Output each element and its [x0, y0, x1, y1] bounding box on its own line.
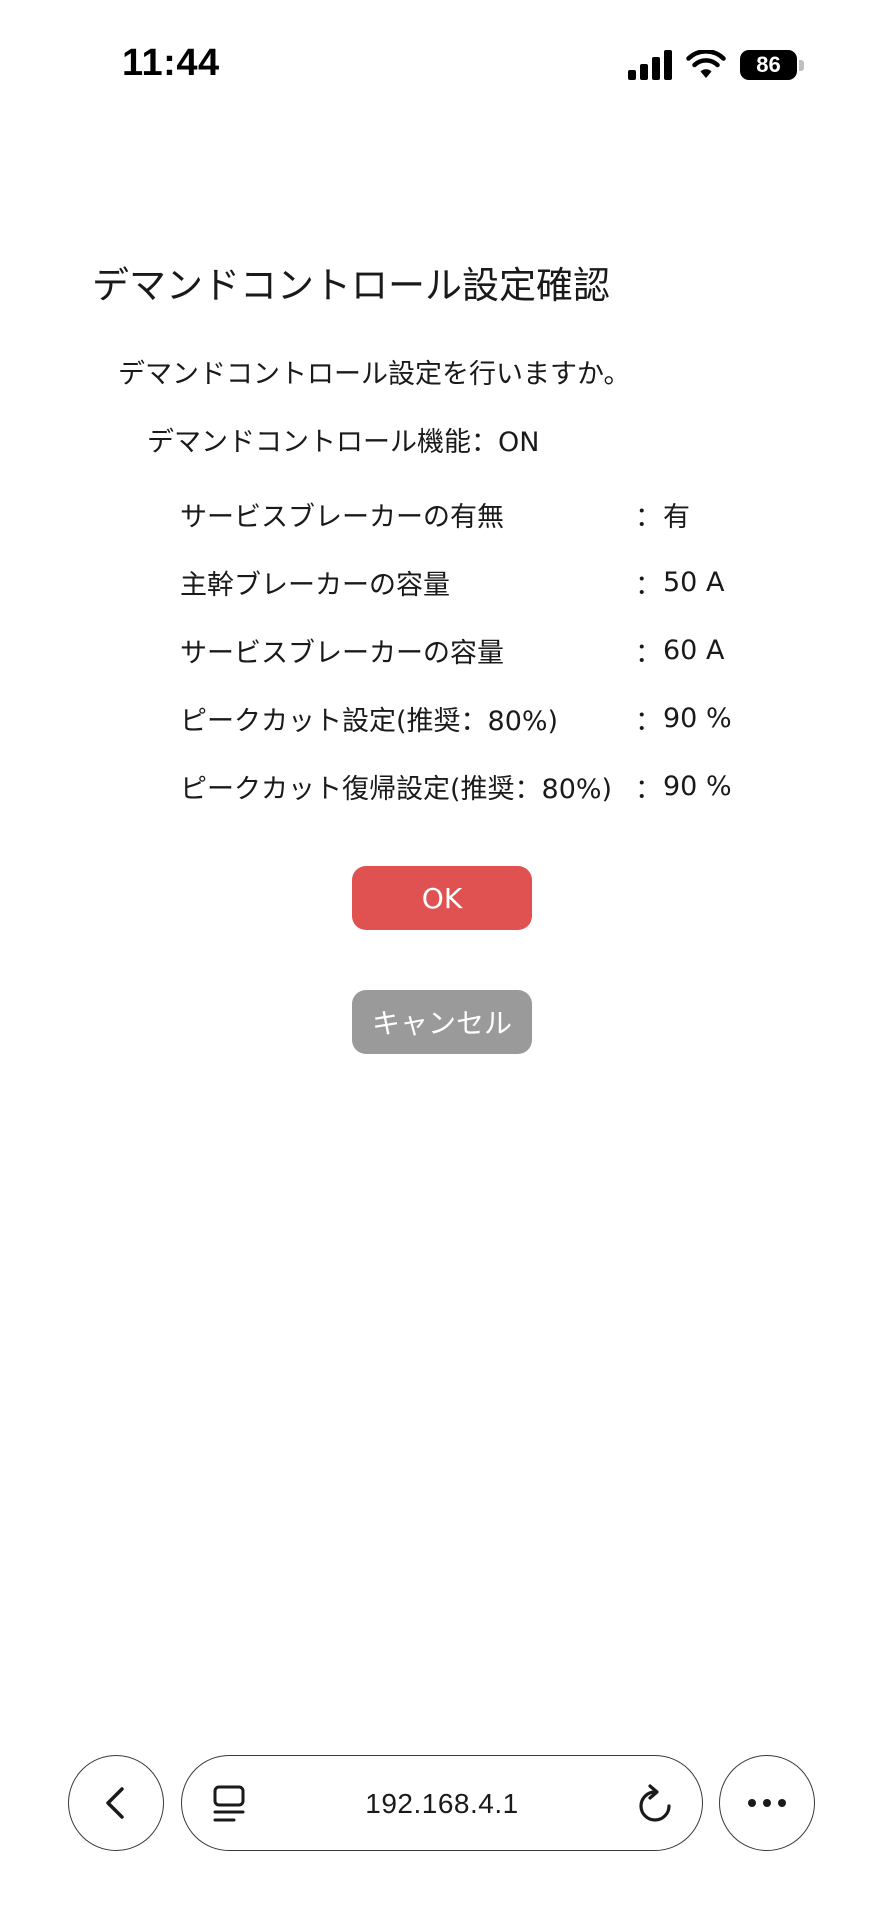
demand-control-function-status: デマンドコントロール機能：ON — [147, 427, 540, 458]
setting-value: 有 — [663, 501, 690, 533]
setting-label: 主幹ブレーカーの容量 — [180, 569, 450, 601]
settings-list: サービスブレーカーの有無 ： 有 主幹ブレーカーの容量 ： 50 A サービスブ… — [180, 480, 780, 820]
browser-toolbar: 192.168.4.1 — [0, 1740, 884, 1920]
wifi-icon — [686, 50, 726, 78]
battery-cap — [799, 59, 804, 71]
status-bar: 11:44 86 — [0, 0, 884, 130]
url-text[interactable]: 192.168.4.1 — [182, 1756, 702, 1852]
signal-icon — [628, 50, 672, 80]
setting-label: ピークカット復帰設定(推奨：80%) — [180, 773, 613, 805]
setting-value: 50 A — [663, 566, 725, 598]
status-time: 11:44 — [122, 42, 220, 84]
setting-value: 90 % — [663, 702, 732, 734]
dialog-question: デマンドコントロール設定を行いますか。 — [118, 359, 631, 390]
setting-separator: ： — [635, 501, 662, 533]
setting-value: 60 A — [663, 634, 725, 666]
chevron-left-icon — [106, 1787, 124, 1819]
setting-separator: ： — [635, 569, 662, 601]
setting-separator: ： — [635, 773, 662, 805]
setting-separator: ： — [635, 705, 662, 737]
back-button[interactable] — [68, 1755, 164, 1851]
setting-value: 90 % — [663, 770, 732, 802]
setting-row-peak-cut: ピークカット設定(推奨：80%) ： 90 % — [180, 684, 780, 752]
ok-button[interactable]: OK — [352, 866, 532, 930]
setting-row-peak-cut-recovery: ピークカット復帰設定(推奨：80%) ： 90 % — [180, 752, 780, 820]
more-button[interactable] — [719, 1755, 815, 1851]
battery-level: 86 — [740, 50, 798, 80]
more-horizontal-icon — [748, 1799, 786, 1807]
dialog-title: デマンドコントロール設定確認 — [92, 264, 610, 307]
setting-separator: ： — [635, 637, 662, 669]
setting-row-service-breaker-capacity: サービスブレーカーの容量 ： 60 A — [180, 616, 780, 684]
status-icons: 86 — [628, 46, 804, 84]
setting-row-service-breaker-presence: サービスブレーカーの有無 ： 有 — [180, 480, 780, 548]
setting-label: サービスブレーカーの容量 — [180, 637, 504, 669]
setting-label: ピークカット設定(推奨：80%) — [180, 705, 559, 737]
setting-row-main-breaker-capacity: 主幹ブレーカーの容量 ： 50 A — [180, 548, 780, 616]
cancel-button[interactable]: キャンセル — [352, 990, 532, 1054]
reload-icon[interactable] — [636, 1783, 674, 1825]
battery-icon: 86 — [740, 49, 804, 81]
setting-label: サービスブレーカーの有無 — [180, 501, 504, 533]
address-bar[interactable]: 192.168.4.1 — [181, 1755, 703, 1851]
